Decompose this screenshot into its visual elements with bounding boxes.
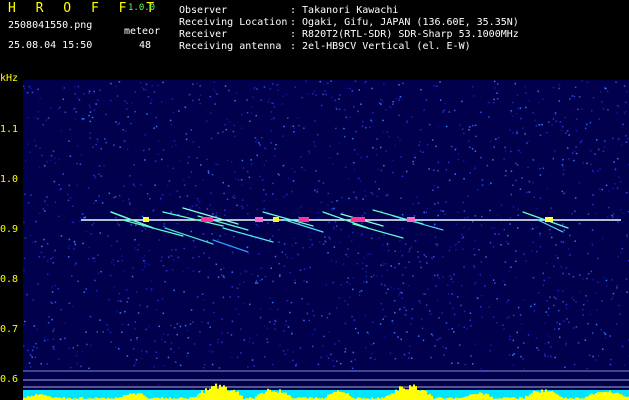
capture-datetime: 25.08.04 15:50: [8, 40, 93, 51]
spectrogram-background: [23, 80, 629, 400]
app-version: 1.0.0: [128, 3, 156, 13]
meteor-peak: [255, 217, 263, 222]
info-label-receiver: Receiver: [179, 29, 228, 40]
meteor-count-value: 48: [139, 40, 152, 51]
meteor-peak: [143, 217, 149, 222]
meteor-peak: [273, 217, 279, 222]
y-tick-label: 0.7: [0, 324, 19, 335]
meteor-peak: [407, 217, 415, 222]
y-tick-label: 0.8: [0, 274, 19, 285]
meteor-count-label: meteor: [124, 26, 161, 37]
y-tick-label: 0.9: [0, 224, 19, 235]
info-label-observer: Observer: [179, 5, 228, 16]
y-tick-label: 1.0: [0, 174, 19, 185]
hrofft-window: H R O F F T 1.0.0 2508041550.png 25.08.0…: [0, 0, 629, 400]
spectrogram: [23, 80, 629, 400]
info-value-antenna: : 2el-HB9CV Vertical (el. E-W): [290, 41, 471, 52]
meteor-peak: [545, 217, 553, 222]
image-filename: 2508041550.png: [8, 20, 93, 31]
info-label-location: Receiving Location: [179, 17, 288, 28]
meteor-peak: [201, 217, 213, 222]
meteor-peak: [351, 217, 365, 222]
meteor-peak: [299, 217, 309, 222]
info-label-antenna: Receiving antenna: [179, 41, 282, 52]
info-value-location: : Ogaki, Gifu, JAPAN (136.60E, 35.35N): [290, 17, 519, 28]
y-axis-unit: kHz: [0, 73, 19, 84]
y-tick-label: 0.6: [0, 374, 19, 385]
info-value-observer: : Takanori Kawachi: [290, 5, 399, 16]
y-tick-label: 1.1: [0, 124, 19, 135]
info-value-receiver: : R820T2(RTL-SDR) SDR-Sharp 53.1000MHz: [290, 29, 519, 40]
